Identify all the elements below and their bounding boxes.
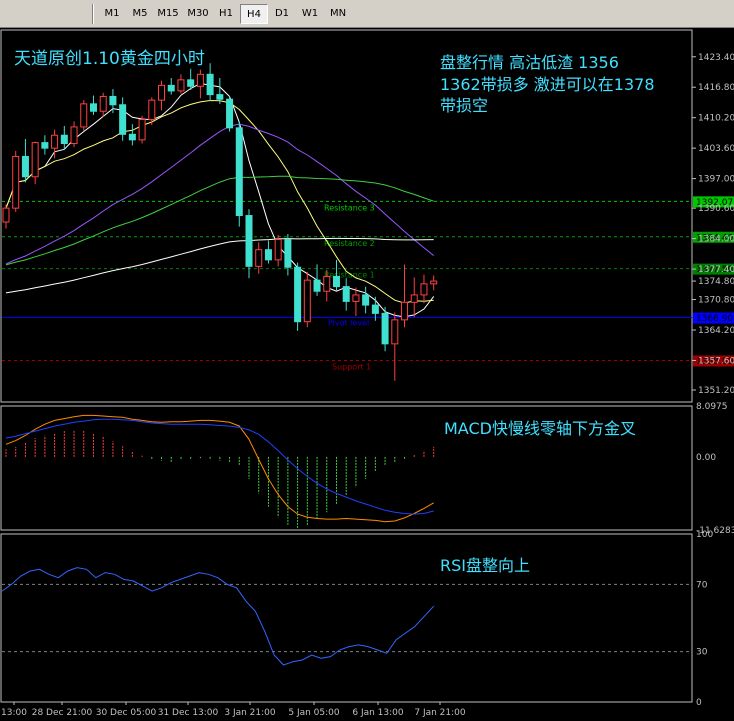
price-tick-label: 1390.60 [698, 204, 734, 214]
candle-body [2, 207, 10, 223]
chart-area: Resistance 3 1392.07Resistance 2 1384.40Re… [0, 28, 734, 721]
candle-body [119, 104, 127, 135]
candle-body [21, 155, 29, 178]
timeframe-button-m5[interactable]: M5 [126, 4, 154, 24]
timeframe-button-m15[interactable]: M15 [154, 4, 182, 24]
candle-body [167, 84, 175, 92]
candle-body [274, 239, 282, 261]
candle-body [294, 266, 302, 323]
price-tick-label: 1397.00 [698, 175, 734, 185]
rsi-tick-label: 70 [696, 580, 708, 590]
candle-body [51, 134, 59, 149]
candle-body [332, 275, 340, 288]
candle-body [352, 294, 360, 302]
candle-body [303, 279, 311, 323]
candle-body [206, 73, 214, 96]
candle-body [401, 301, 409, 321]
chart-background [0, 28, 734, 721]
candle-body [158, 84, 166, 101]
timeframe-button-m30[interactable]: M30 [184, 4, 212, 24]
toolbar-separator [92, 4, 94, 24]
candle-body [31, 142, 39, 178]
candle-body [362, 294, 370, 306]
time-tick-label: 6 Jan 13:00 [352, 708, 404, 718]
candle-body [70, 126, 78, 145]
candle-body [177, 79, 185, 92]
level-label: Pivot level [328, 319, 369, 328]
macd-tick-label: 0.00 [696, 453, 716, 463]
price-tick-label: 1364.20 [698, 326, 734, 336]
time-tick-label: 5 Jan 05:00 [288, 708, 340, 718]
candle-body [313, 279, 321, 292]
timeframe-button-m1[interactable]: M1 [98, 4, 126, 24]
level-label: Support 1 [332, 362, 371, 371]
candle-body [41, 142, 49, 149]
candle-body [371, 304, 379, 314]
level-label: Resistance 1 [324, 271, 375, 280]
candle-body [410, 294, 418, 303]
price-tick-label: 1374.80 [698, 277, 734, 287]
timeframe-button-h4[interactable]: H4 [240, 4, 268, 24]
candle-body [264, 249, 272, 261]
level-label: Resistance 3 [324, 203, 375, 212]
time-tick-label: 30 Dec 05:00 [96, 708, 157, 718]
time-tick-label: 7 Jan 21:00 [414, 708, 466, 718]
timeframe-button-h1[interactable]: H1 [212, 4, 240, 24]
time-tick-label: 31 Dec 13:00 [158, 708, 219, 718]
price-tick-label: 1357.60 [698, 356, 734, 366]
rsi-tick-label: 0 [696, 698, 702, 708]
candle-body [381, 312, 389, 345]
price-tick-label: 1370.80 [698, 296, 734, 306]
price-tick-label: 1384.00 [698, 235, 734, 245]
price-tick-label: 1423.40 [698, 53, 734, 63]
candle-body [128, 133, 136, 141]
candle-body [226, 98, 234, 129]
timeframe-button-mn[interactable]: MN [324, 4, 352, 24]
timeframe-toolbar: M1 M5 M15 M30 H1 H4 D1 W1 MN [0, 0, 734, 28]
candle-body [245, 215, 253, 267]
side-annotation-line-2: 1362带损多 激进可以在1378 [440, 75, 655, 94]
level-label: Resistance 2 [324, 239, 375, 248]
time-tick-label: 13:00 [1, 708, 27, 718]
candle-body [284, 239, 292, 268]
candle-body [196, 73, 204, 87]
macd-annotation: MACD快慢线零轴下方金叉 [444, 419, 636, 438]
rsi-tick-label: 30 [696, 648, 708, 658]
timeframe-button-d1[interactable]: D1 [268, 4, 296, 24]
rsi-tick-label: 100 [696, 530, 713, 540]
side-annotation-line-1: 盘整行情 高沽低渣 1356 [440, 53, 619, 72]
price-tick-label: 1377.40 [698, 265, 734, 275]
candle-body [323, 275, 331, 292]
candle-body [138, 119, 146, 141]
candle-body [12, 155, 20, 209]
candle-body [109, 95, 117, 106]
candle-body [391, 319, 399, 345]
side-annotation-line-3: 带损空 [440, 96, 488, 115]
candle-body [60, 134, 68, 145]
price-tick-label: 1403.60 [698, 144, 734, 154]
level-price-tag-label: 1366.90 [696, 314, 733, 324]
candle-body [420, 283, 428, 296]
candle-body [216, 94, 224, 100]
macd-tick-label: 8.0975 [696, 402, 728, 412]
candle-body [89, 103, 97, 112]
timeframe-button-w1[interactable]: W1 [296, 4, 324, 24]
candle-body [342, 286, 350, 302]
price-tick-label: 1410.20 [698, 114, 734, 124]
price-tick-label: 1416.80 [698, 83, 734, 93]
rsi-annotation: RSI盘整向上 [440, 556, 530, 575]
candle-body [430, 280, 438, 285]
candle-body [80, 103, 88, 128]
time-tick-label: 3 Jan 21:00 [224, 708, 276, 718]
candle-body [255, 249, 263, 267]
candle-body [235, 127, 243, 217]
price-tick-label: 1351.20 [698, 386, 734, 396]
candle-body [187, 79, 195, 87]
price-annotation: 天道原创1.10黄金四小时 [14, 49, 205, 69]
candle-body [148, 99, 156, 121]
time-tick-label: 28 Dec 21:00 [32, 708, 93, 718]
candle-body [99, 95, 107, 112]
